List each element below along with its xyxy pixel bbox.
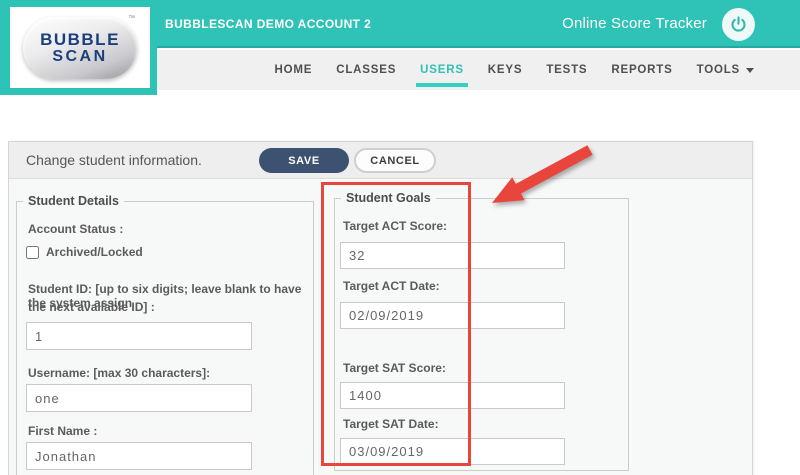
student-details-fieldset: Student Details Account Status : Archive… bbox=[16, 194, 314, 475]
target-act-date-label: Target ACT Date: bbox=[343, 279, 440, 293]
logo-container: ™ BUBBLE SCAN bbox=[0, 0, 157, 95]
nav-item-home[interactable]: HOME bbox=[275, 50, 313, 90]
bubblescan-logo-pill: ™ BUBBLE SCAN bbox=[23, 14, 137, 79]
student-goals-legend: Student Goals bbox=[346, 191, 431, 205]
username-label: Username: [max 30 characters]: bbox=[28, 366, 211, 380]
nav-item-tools-label: TOOLS bbox=[696, 64, 740, 76]
account-status-label: Account Status : bbox=[28, 222, 124, 236]
panel-message: Change student information. bbox=[26, 152, 202, 168]
edit-student-panel: Change student information. SAVE CANCEL … bbox=[8, 141, 753, 475]
account-title: BUBBLESCAN DEMO ACCOUNT 2 bbox=[165, 17, 372, 31]
logo-text-bubble: BUBBLE bbox=[40, 29, 120, 49]
target-act-score-input[interactable] bbox=[340, 242, 565, 269]
nav-item-reports[interactable]: REPORTS bbox=[611, 50, 672, 90]
nav-item-keys[interactable]: KEYS bbox=[488, 50, 523, 90]
cancel-button[interactable]: CANCEL bbox=[354, 148, 436, 173]
username-input[interactable] bbox=[26, 384, 252, 412]
save-button[interactable]: SAVE bbox=[259, 148, 349, 173]
power-icon bbox=[731, 16, 746, 32]
logo-text-scan: SCAN bbox=[52, 47, 108, 65]
target-sat-date-label: Target SAT Date: bbox=[343, 417, 439, 431]
nav-item-tests[interactable]: TESTS bbox=[546, 50, 587, 90]
app-root: BUBBLESCAN DEMO ACCOUNT 2 Online Score T… bbox=[0, 0, 800, 475]
trademark-symbol: ™ bbox=[128, 14, 135, 22]
target-sat-score-input[interactable] bbox=[340, 382, 565, 409]
panel-header: Change student information. SAVE CANCEL bbox=[9, 142, 752, 179]
student-goals-fieldset: Student Goals Target ACT Score: Target A… bbox=[334, 191, 629, 471]
student-details-legend: Student Details bbox=[28, 194, 119, 208]
target-act-date-input[interactable] bbox=[340, 302, 565, 329]
target-sat-score-label: Target SAT Score: bbox=[343, 361, 446, 375]
nav-item-classes[interactable]: CLASSES bbox=[336, 50, 396, 90]
archived-locked-checkbox[interactable] bbox=[26, 245, 39, 259]
chevron-down-icon bbox=[746, 67, 754, 73]
student-id-input[interactable] bbox=[26, 322, 252, 350]
student-id-label-line2: the next available ID] : bbox=[28, 300, 155, 314]
target-act-score-label: Target ACT Score: bbox=[343, 219, 448, 233]
app-title: Online Score Tracker bbox=[562, 15, 707, 32]
nav-item-users[interactable]: USERS bbox=[416, 50, 468, 90]
logout-power-button[interactable] bbox=[722, 8, 755, 41]
first-name-label: First Name : bbox=[28, 424, 98, 438]
logo: ™ BUBBLE SCAN bbox=[10, 7, 150, 88]
archived-locked-label: Archived/Locked bbox=[46, 245, 143, 259]
first-name-input[interactable] bbox=[26, 442, 252, 470]
target-sat-date-input[interactable] bbox=[340, 438, 565, 465]
archived-locked-row: Archived/Locked bbox=[26, 245, 143, 259]
nav-item-tools[interactable]: TOOLS bbox=[697, 50, 754, 90]
